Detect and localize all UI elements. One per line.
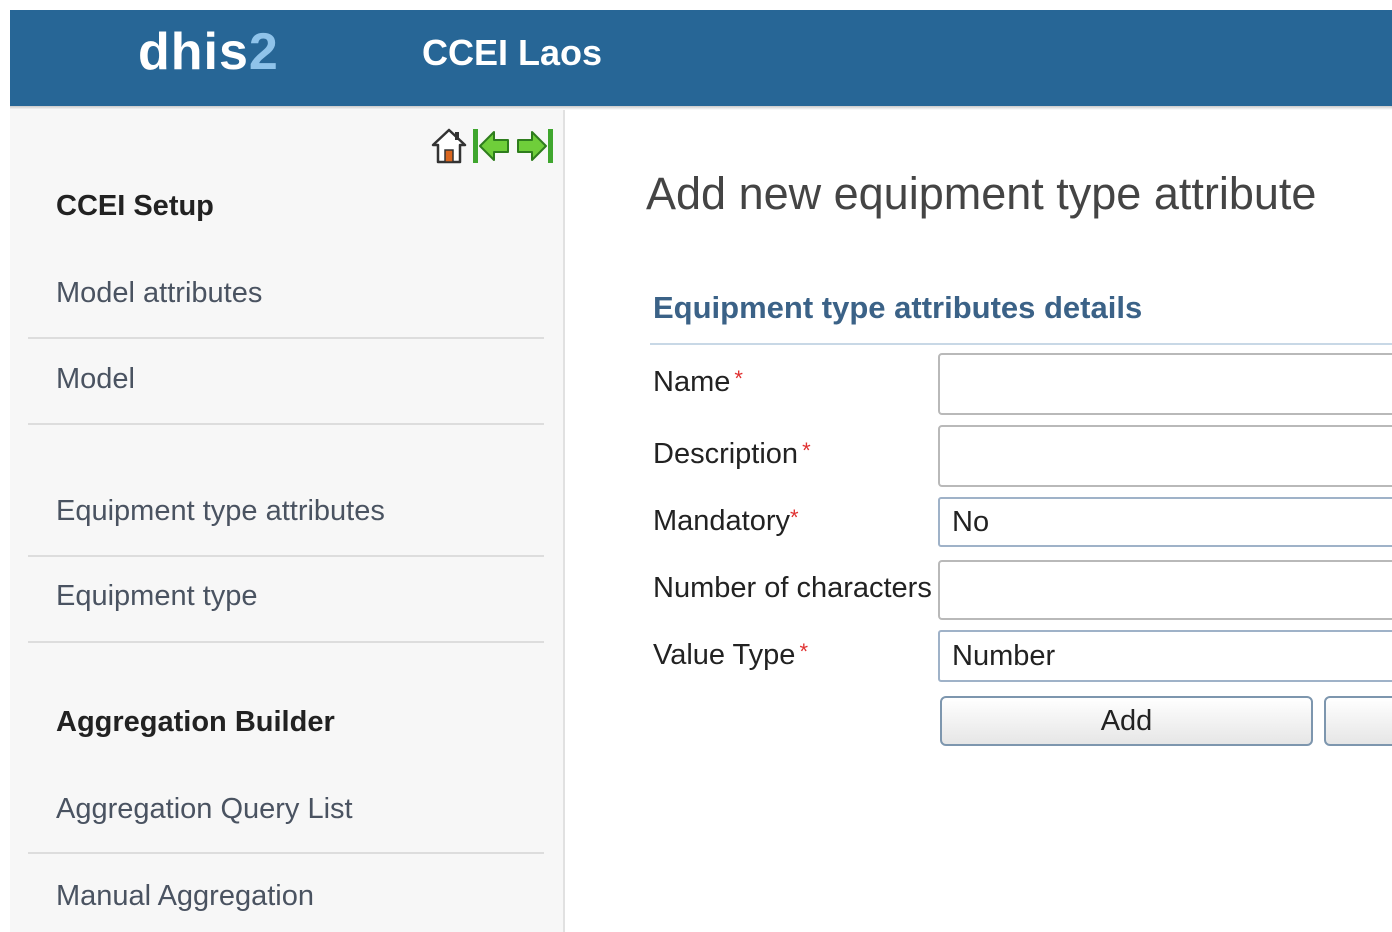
number-of-characters-input[interactable] — [938, 560, 1392, 620]
menu-divider — [28, 641, 544, 643]
description-label: Description * — [653, 438, 811, 471]
number-of-characters-label-text: Number of characters — [653, 572, 932, 604]
left-menu: CCEI Setup Model attributes Model Equipm… — [10, 110, 565, 932]
value-type-select[interactable]: Number — [938, 630, 1392, 682]
mandatory-selected-value: No — [952, 505, 990, 538]
section-ccei-setup: CCEI Setup — [56, 190, 214, 222]
menu-divider — [28, 555, 544, 557]
value-type-selected-value: Number — [952, 639, 1056, 672]
menu-divider — [28, 852, 544, 854]
number-of-characters-label: Number of characters — [653, 572, 932, 605]
value-type-label-text: Value Type — [653, 639, 796, 671]
add-button[interactable]: Add — [940, 696, 1313, 746]
menu-divider — [28, 337, 544, 339]
menu-item-aggregation-query-list[interactable]: Aggregation Query List — [56, 793, 353, 826]
required-marker: * — [734, 366, 743, 391]
app-title: CCEI Laos — [422, 32, 603, 73]
mandatory-label-text: Mandatory — [653, 505, 791, 537]
description-input[interactable] — [938, 425, 1392, 487]
section-aggregation-builder: Aggregation Builder — [56, 706, 335, 738]
form-heading-rule — [650, 343, 1392, 345]
name-label-text: Name — [653, 366, 731, 398]
last-page-icon[interactable] — [514, 125, 556, 172]
mandatory-label: Mandatory* — [653, 505, 799, 538]
dhis2-logo[interactable]: dhis2 — [138, 22, 279, 82]
page-title: Add new equipment type attribute — [646, 168, 1317, 219]
menu-item-equipment-type-attributes[interactable]: Equipment type attributes — [56, 495, 385, 528]
name-input[interactable] — [938, 353, 1392, 415]
form-section-heading: Equipment type attributes details — [653, 290, 1143, 325]
description-label-text: Description — [653, 438, 799, 470]
menu-nav-icons — [430, 126, 556, 170]
first-page-icon[interactable] — [470, 125, 512, 172]
home-icon[interactable] — [430, 126, 468, 171]
cancel-button[interactable] — [1324, 696, 1392, 746]
value-type-label: Value Type * — [653, 639, 808, 672]
logo-accent-text: 2 — [248, 23, 279, 81]
menu-item-manual-aggregation[interactable]: Manual Aggregation — [56, 880, 314, 913]
required-marker: * — [799, 639, 808, 664]
mandatory-select[interactable]: No — [938, 497, 1392, 547]
menu-divider — [28, 423, 544, 425]
menu-item-model[interactable]: Model — [56, 363, 135, 396]
top-header: dhis2 CCEI Laos — [10, 10, 1392, 106]
menu-item-equipment-type[interactable]: Equipment type — [56, 580, 258, 613]
app-window: dhis2 CCEI Laos CCEI Setup Model attribu… — [10, 10, 1392, 932]
logo-main-text: dhis — [138, 23, 249, 81]
required-marker: * — [802, 438, 811, 463]
required-marker: * — [790, 505, 799, 530]
name-label: Name * — [653, 366, 743, 399]
menu-item-model-attributes[interactable]: Model attributes — [56, 277, 262, 310]
